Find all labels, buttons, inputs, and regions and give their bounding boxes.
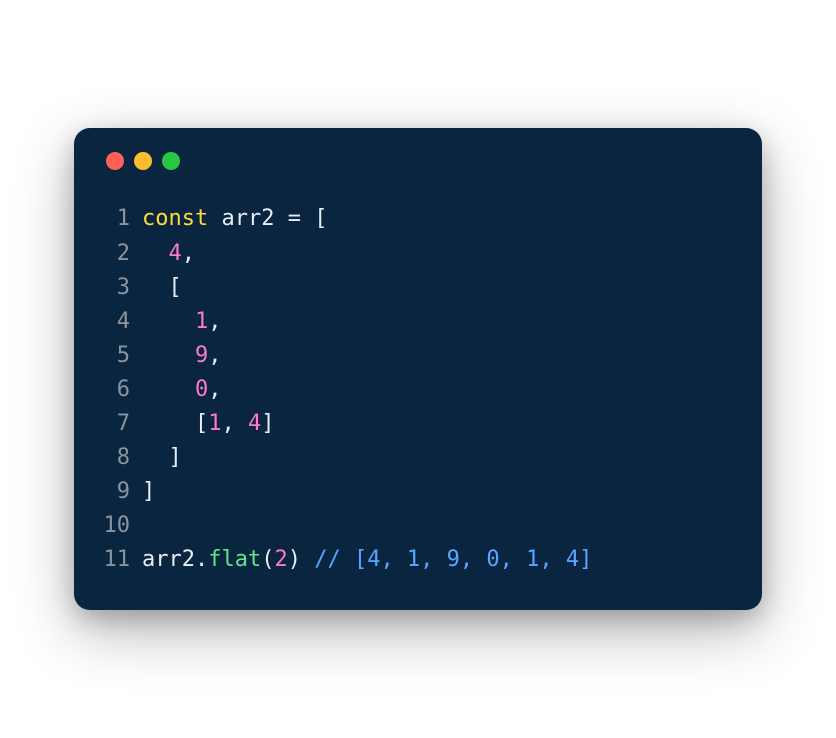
line-content: 9, — [142, 339, 221, 373]
line-number: 5 — [102, 339, 142, 373]
token-number: 9 — [195, 343, 208, 368]
traffic-lights — [102, 152, 734, 170]
code-line: 9] — [102, 475, 734, 509]
line-number: 7 — [102, 407, 142, 441]
line-number: 1 — [102, 202, 142, 236]
code-line: 6 0, — [102, 373, 734, 407]
line-number: 9 — [102, 475, 142, 509]
token-number: 2 — [274, 547, 287, 572]
token-punctuation: ] — [142, 445, 182, 470]
line-content: arr2.flat(2) // [4, 1, 9, 0, 1, 4] — [142, 543, 592, 577]
token-punctuation: ) — [288, 547, 315, 572]
token-number: 4 — [248, 411, 261, 436]
code-line: 11arr2.flat(2) // [4, 1, 9, 0, 1, 4] — [102, 543, 734, 577]
line-content: ] — [142, 475, 155, 509]
line-content: 0, — [142, 373, 221, 407]
line-number: 10 — [102, 509, 142, 543]
token-number: 0 — [195, 377, 208, 402]
code-window: 1const arr2 = [2 4,3 [4 1,5 9,6 0,7 [1, … — [74, 128, 762, 609]
token-punctuation — [142, 343, 195, 368]
token-number: 1 — [208, 411, 221, 436]
token-punctuation: [ — [142, 411, 208, 436]
minimize-icon[interactable] — [134, 152, 152, 170]
token-punctuation — [142, 309, 195, 334]
token-punctuation: , — [221, 411, 248, 436]
line-content: 1, — [142, 305, 221, 339]
line-content: ] — [142, 441, 182, 475]
token-punctuation: ] — [142, 479, 155, 504]
token-punctuation — [142, 377, 195, 402]
code-line: 8 ] — [102, 441, 734, 475]
code-line: 1const arr2 = [ — [102, 202, 734, 236]
token-number: 4 — [169, 241, 182, 266]
line-number: 3 — [102, 271, 142, 305]
close-icon[interactable] — [106, 152, 124, 170]
code-line: 10 — [102, 509, 734, 543]
line-number: 6 — [102, 373, 142, 407]
token-punctuation: , — [208, 309, 221, 334]
line-number: 2 — [102, 237, 142, 271]
code-line: 3 [ — [102, 271, 734, 305]
code-line: 2 4, — [102, 237, 734, 271]
line-content: 4, — [142, 237, 195, 271]
token-comment: // [4, 1, 9, 0, 1, 4] — [314, 547, 592, 572]
line-content: [1, 4] — [142, 407, 274, 441]
token-number: 1 — [195, 309, 208, 334]
code-line: 7 [1, 4] — [102, 407, 734, 441]
token-keyword: const — [142, 206, 208, 231]
line-number: 8 — [102, 441, 142, 475]
line-content: const arr2 = [ — [142, 202, 327, 236]
token-punctuation: = [ — [288, 206, 328, 231]
token-punctuation: , — [208, 343, 221, 368]
code-line: 4 1, — [102, 305, 734, 339]
token-punctuation: . — [195, 547, 208, 572]
maximize-icon[interactable] — [162, 152, 180, 170]
token-punctuation: , — [208, 377, 221, 402]
token-variable: arr2 — [142, 547, 195, 572]
token-punctuation — [142, 241, 169, 266]
code-line: 5 9, — [102, 339, 734, 373]
token-punctuation: [ — [142, 275, 182, 300]
line-content — [142, 509, 155, 543]
code-content: 1const arr2 = [2 4,3 [4 1,5 9,6 0,7 [1, … — [102, 202, 734, 577]
line-number: 11 — [102, 543, 142, 577]
token-punctuation: , — [182, 241, 195, 266]
token-punctuation: ] — [261, 411, 274, 436]
line-content: [ — [142, 271, 182, 305]
token-variable: arr2 — [208, 206, 287, 231]
token-punctuation: ( — [261, 547, 274, 572]
line-number: 4 — [102, 305, 142, 339]
token-method: flat — [208, 547, 261, 572]
